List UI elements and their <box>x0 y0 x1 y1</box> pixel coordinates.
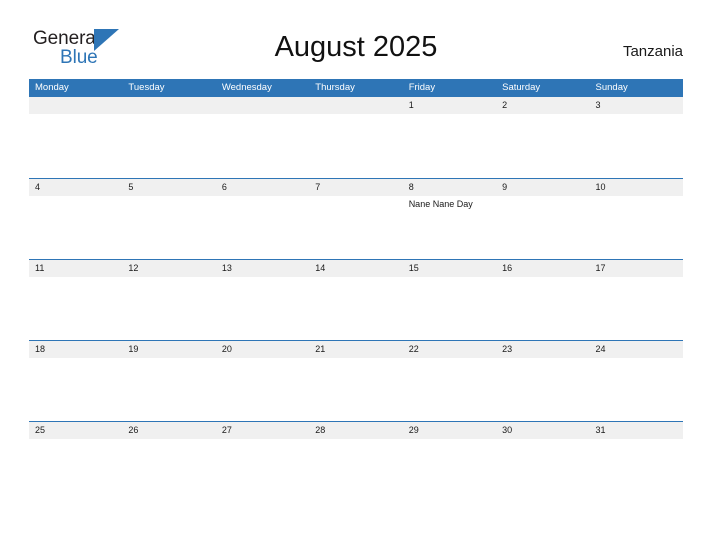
calendar-day-cell[interactable]: 23 <box>496 341 589 421</box>
day-number: 25 <box>35 425 46 435</box>
calendar-week-row: 1 2 3 <box>29 97 683 178</box>
day-number: 1 <box>408 100 414 110</box>
day-number: 13 <box>221 263 232 273</box>
calendar-day-cell[interactable]: 3 <box>590 97 683 178</box>
week-cells: 1 2 3 <box>29 97 683 178</box>
calendar-day-cell[interactable]: 8 Nane Nane Day <box>403 179 496 259</box>
week-cells: 18 19 20 21 22 23 24 <box>29 341 683 421</box>
calendar-day-cell[interactable]: 1 <box>403 97 496 178</box>
day-number: 9 <box>502 182 508 192</box>
calendar-day-cell[interactable] <box>122 97 215 178</box>
weekday-header-row: Monday Tuesday Wednesday Thursday Friday… <box>29 79 683 97</box>
weekday-header-wednesday: Wednesday <box>221 82 272 93</box>
day-number <box>315 97 402 114</box>
day-number: 30 <box>502 425 513 435</box>
day-number: 17 <box>595 263 606 273</box>
day-number: 20 <box>221 344 232 354</box>
day-number: 14 <box>315 263 326 273</box>
calendar-day-cell[interactable]: 27 <box>216 422 309 502</box>
calendar-day-cell[interactable]: 21 <box>309 341 402 421</box>
day-number: 22 <box>408 344 419 354</box>
weekday-header-friday: Friday <box>408 82 436 93</box>
day-number: 18 <box>35 344 46 354</box>
calendar-day-cell[interactable]: 25 <box>29 422 122 502</box>
calendar-day-cell[interactable]: 30 <box>496 422 589 502</box>
day-number: 24 <box>595 344 606 354</box>
calendar-day-cell[interactable]: 15 <box>403 260 496 340</box>
calendar-day-cell[interactable]: 29 <box>403 422 496 502</box>
week-cells: 4 5 6 7 8 Nane Nane Day 9 10 <box>29 179 683 259</box>
day-number <box>222 97 309 114</box>
week-cells: 11 12 13 14 15 16 17 <box>29 260 683 340</box>
day-number: 3 <box>595 100 601 110</box>
calendar-day-cell[interactable] <box>29 97 122 178</box>
day-number: 12 <box>128 263 139 273</box>
calendar-day-cell[interactable]: 12 <box>122 260 215 340</box>
calendar-day-cell[interactable]: 22 <box>403 341 496 421</box>
weekday-header-monday: Monday <box>35 82 69 93</box>
calendar-week-row: 4 5 6 7 8 Nane Nane Day 9 10 <box>29 178 683 259</box>
calendar-day-cell[interactable]: 31 <box>590 422 683 502</box>
page-title: August 2025 <box>274 31 438 63</box>
week-cells: 25 26 27 28 29 30 31 <box>29 422 683 502</box>
calendar-day-cell[interactable]: 5 <box>122 179 215 259</box>
holiday-event: Nane Nane Day <box>408 199 473 209</box>
day-number: 7 <box>315 182 321 192</box>
weekday-header-thursday: Thursday <box>315 82 355 93</box>
calendar-day-cell[interactable]: 17 <box>590 260 683 340</box>
calendar-day-cell[interactable]: 10 <box>590 179 683 259</box>
day-number <box>128 97 215 114</box>
day-number: 28 <box>315 425 326 435</box>
region-label: Tanzania <box>622 43 683 60</box>
day-number: 27 <box>221 425 232 435</box>
calendar-day-cell[interactable]: 11 <box>29 260 122 340</box>
calendar-day-cell[interactable]: 24 <box>590 341 683 421</box>
calendar-day-cell[interactable]: 9 <box>496 179 589 259</box>
day-events: Nane Nane Day <box>409 198 496 210</box>
calendar-day-cell[interactable] <box>216 97 309 178</box>
calendar-day-cell[interactable]: 18 <box>29 341 122 421</box>
calendar-day-cell[interactable]: 7 <box>309 179 402 259</box>
calendar-day-cell[interactable]: 13 <box>216 260 309 340</box>
calendar-week-row: 18 19 20 21 22 23 24 <box>29 340 683 421</box>
day-number: 19 <box>128 344 139 354</box>
day-number: 6 <box>221 182 227 192</box>
calendar-day-cell[interactable]: 28 <box>309 422 402 502</box>
day-number: 31 <box>595 425 606 435</box>
calendar-week-row: 25 26 27 28 29 30 31 <box>29 421 683 502</box>
day-number: 23 <box>502 344 513 354</box>
day-number: 26 <box>128 425 139 435</box>
day-number: 21 <box>315 344 326 354</box>
day-number: 2 <box>502 100 508 110</box>
day-number: 8 <box>408 182 414 192</box>
calendar-day-cell[interactable]: 6 <box>216 179 309 259</box>
page-header: General Blue August 2025 Tanzania <box>0 0 712 78</box>
calendar-day-cell[interactable] <box>309 97 402 178</box>
weekday-header-sunday: Sunday <box>595 82 628 93</box>
calendar-day-cell[interactable]: 20 <box>216 341 309 421</box>
calendar-week-row: 11 12 13 14 15 16 17 <box>29 259 683 340</box>
calendar-day-cell[interactable]: 2 <box>496 97 589 178</box>
day-number: 5 <box>128 182 134 192</box>
calendar-day-cell[interactable]: 19 <box>122 341 215 421</box>
day-number: 11 <box>35 263 45 273</box>
calendar-day-cell[interactable]: 14 <box>309 260 402 340</box>
calendar-page: General Blue August 2025 Tanzania Monday… <box>0 0 712 550</box>
day-number: 16 <box>502 263 513 273</box>
calendar-day-cell[interactable]: 16 <box>496 260 589 340</box>
day-number <box>35 97 122 114</box>
calendar-grid: Monday Tuesday Wednesday Thursday Friday… <box>29 79 683 502</box>
calendar-weeks: 1 2 3 4 5 6 7 8 Nane Nane Day 9 10 11 12 13 14 15 16 17 18… <box>29 97 683 502</box>
day-number: 29 <box>408 425 419 435</box>
weekday-header-tuesday: Tuesday <box>128 82 165 93</box>
calendar-day-cell[interactable]: 4 <box>29 179 122 259</box>
day-number: 10 <box>595 182 606 192</box>
day-number: 4 <box>35 182 41 192</box>
day-number: 15 <box>408 263 419 273</box>
calendar-day-cell[interactable]: 26 <box>122 422 215 502</box>
weekday-header-saturday: Saturday <box>502 82 541 93</box>
